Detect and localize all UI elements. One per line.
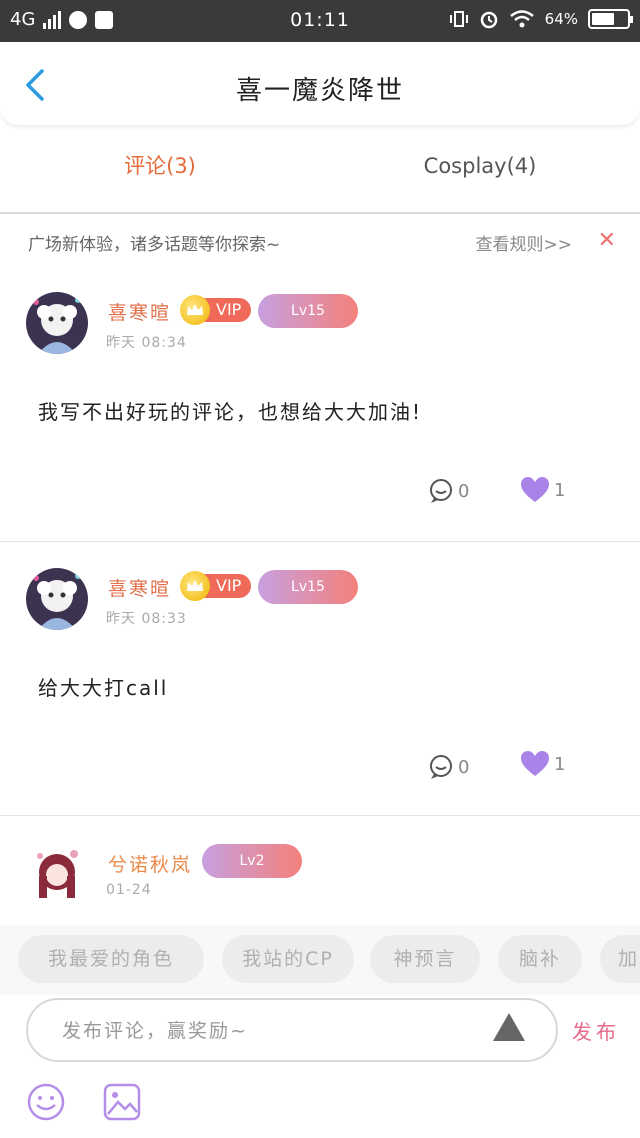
comment-bubble-icon [430, 479, 452, 503]
wifi-icon [509, 10, 534, 28]
like-count: 1 [554, 479, 566, 501]
comment-item: 喜寒暄 VIP Lv15 昨天 08:33 给大大打call 0 1 [0, 542, 640, 816]
image-picker-icon[interactable] [102, 1082, 142, 1122]
topic-tag[interactable]: 脑补 [498, 935, 582, 983]
comment-time: 昨天 08:34 [106, 335, 187, 351]
heart-icon [521, 751, 549, 776]
reply-count: 0 [458, 480, 470, 502]
heart-icon [521, 477, 549, 502]
status-bar: 4G 01:11 64% [0, 0, 640, 42]
status-right: 64% [449, 9, 633, 29]
topic-tag-strip: 我最爱的角色 我站的CP 神预言 脑补 加 [0, 925, 640, 995]
header-bar: 喜一魔炎降世 [0, 42, 640, 126]
comment-time: 01-24 [106, 882, 152, 898]
avatar-girl-image [26, 842, 88, 904]
avatar[interactable] [26, 842, 88, 904]
reply-button[interactable]: 0 [428, 754, 469, 780]
comment-item: 兮诺秋岚 Lv2 01-24 [0, 816, 640, 926]
publish-button[interactable]: 发布 [572, 1016, 620, 1045]
avatar[interactable] [26, 292, 88, 354]
level-badge: Lv15 [258, 570, 358, 604]
comment-text: 给大大打call [38, 676, 169, 700]
reply-button[interactable]: 0 [428, 478, 469, 504]
page-title: 喜一魔炎降世 [235, 76, 404, 106]
like-button[interactable]: 1 [520, 750, 565, 778]
notice-banner: 广场新体验，诸多话题等你探索~ 查看规则>> ✕ [0, 216, 640, 266]
avatar[interactable] [26, 568, 88, 630]
comment-text: 我写不出好玩的评论，也想给大大加油! [38, 400, 423, 424]
vibrate-icon [449, 11, 468, 27]
battery-percent: 64% [544, 10, 578, 28]
avatar-sheep-image [26, 292, 88, 354]
comment-time: 昨天 08:33 [106, 611, 187, 627]
close-notice-icon[interactable]: ✕ [598, 228, 616, 253]
level-badge: Lv2 [202, 844, 302, 878]
comment-item: 喜寒暄 VIP Lv15 昨天 08:34 我写不出好玩的评论，也想给大大加油!… [0, 266, 640, 542]
topic-tag[interactable]: 加 [600, 935, 640, 983]
comment-input-box [26, 998, 558, 1062]
comment-input[interactable] [62, 1016, 462, 1046]
battery-fill [592, 13, 614, 25]
tab-comments[interactable]: 评论(3) [0, 126, 320, 212]
tab-cosplay[interactable]: Cosplay(4) [320, 126, 640, 212]
triangle-up-icon[interactable] [492, 1012, 526, 1042]
level-badge: Lv15 [258, 294, 358, 328]
topic-tag[interactable]: 我最爱的角色 [18, 935, 204, 983]
avatar-sheep-image [26, 568, 88, 630]
username[interactable]: 喜寒暄 [108, 574, 171, 601]
vip-badge: VIP [180, 571, 252, 601]
username[interactable]: 喜寒暄 [108, 298, 171, 325]
view-rules-link[interactable]: 查看规则>> [476, 230, 573, 255]
username[interactable]: 兮诺秋岚 [108, 850, 192, 877]
like-count: 1 [554, 753, 566, 775]
reply-count: 0 [458, 756, 470, 778]
topic-tag[interactable]: 我站的CP [222, 935, 354, 983]
vip-badge: VIP [180, 295, 252, 325]
notice-text: 广场新体验，诸多话题等你探索~ [28, 235, 281, 255]
battery-icon [588, 9, 633, 29]
emoji-icon[interactable] [26, 1082, 66, 1122]
crown-icon [180, 295, 210, 325]
crown-icon [180, 571, 210, 601]
topic-tag[interactable]: 神预言 [370, 935, 480, 983]
like-button[interactable]: 1 [520, 476, 565, 504]
alarm-icon [480, 11, 497, 29]
tab-bar: 评论(3) Cosplay(4) [0, 126, 640, 214]
comment-bubble-icon [430, 755, 452, 779]
